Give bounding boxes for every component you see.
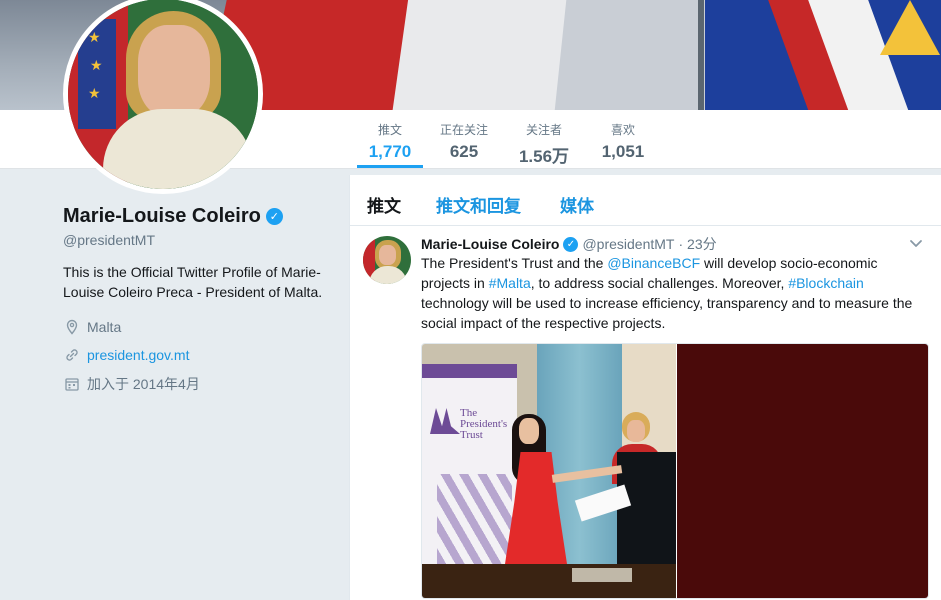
tab-media[interactable]: 媒体 xyxy=(560,192,594,217)
photo-banner-text: The President's Trust xyxy=(460,407,508,441)
avatar-face xyxy=(138,25,210,117)
nav-stat-followers[interactable]: 关注者 1.56万 xyxy=(513,110,575,168)
timeline: 推文 推文和回复 媒体 Marie-Louise Coleiro ✓ @pres… xyxy=(349,175,941,600)
star-icon: ★ xyxy=(90,57,103,73)
tab-tweets-and-replies[interactable]: 推文和回复 xyxy=(436,192,521,217)
location-pin-icon xyxy=(63,318,81,336)
tweet-author-name[interactable]: Marie-Louise Coleiro xyxy=(421,236,559,252)
nav-stat-following[interactable]: 正在关注 625 xyxy=(436,110,492,168)
banner-flagpole xyxy=(698,0,704,110)
tweet-text-part: technology will be used to increase effi… xyxy=(421,295,913,331)
timeline-tabs: 推文 推文和回复 媒体 xyxy=(350,175,941,226)
photo-table-ornament xyxy=(572,568,632,582)
profile-card: Marie-Louise Coleiro ✓ @presidentMT This… xyxy=(63,205,335,394)
verified-badge-icon: ✓ xyxy=(563,236,579,252)
profile-website-link[interactable]: president.gov.mt xyxy=(87,347,189,363)
nav-stat-value: 1,770 xyxy=(368,142,412,161)
nav-stat-value: 625 xyxy=(449,142,479,161)
nav-stat-label: 正在关注 xyxy=(439,123,488,137)
nav-stat-label: 关注者 xyxy=(525,123,562,137)
tweet-media-photo[interactable]: The President's Trust xyxy=(422,344,676,598)
photo-person xyxy=(519,418,539,444)
photo-person xyxy=(627,420,645,442)
profile-avatar[interactable]: ★ ★ ★ xyxy=(63,0,263,194)
nav-stat-tweets[interactable]: 推文 1,770 xyxy=(357,110,423,168)
photo-person xyxy=(617,452,676,564)
nav-stat-label: 推文 xyxy=(377,123,402,137)
star-icon: ★ xyxy=(88,85,101,101)
profile-joined-date: 加入于 2014年4月 xyxy=(87,376,200,392)
tweet-author-avatar[interactable] xyxy=(363,236,411,284)
nav-stat-value: 1,051 xyxy=(601,142,645,161)
avatar-jacket xyxy=(103,109,253,189)
nav-stat-value: 1.56万 xyxy=(518,147,570,166)
photo-table xyxy=(422,564,676,598)
photo-banner-pattern xyxy=(437,474,512,564)
verified-badge-icon: ✓ xyxy=(265,208,283,225)
profile-joined-row: 加入于 2014年4月 xyxy=(63,374,335,394)
profile-location: Malta xyxy=(87,319,122,335)
tweet-header: Marie-Louise Coleiro ✓ @presidentMT · 23… xyxy=(421,234,717,254)
tweet-media[interactable]: The President's Trust xyxy=(421,343,929,599)
banner-emblem xyxy=(880,0,940,55)
star-icon: ★ xyxy=(88,29,101,45)
profile-website-row: president.gov.mt xyxy=(63,346,335,364)
tweet-hashtag-link[interactable]: #Blockchain xyxy=(788,275,864,291)
profile-bio: This is the Official Twitter Profile of … xyxy=(63,264,323,300)
tweet-text-part: , to address social challenges. Moreover… xyxy=(530,275,789,291)
nav-stat-label: 喜欢 xyxy=(610,123,635,137)
tweet-mention-link[interactable]: @BinanceBCF xyxy=(607,255,700,271)
tweet-timestamp[interactable]: · 23分 xyxy=(679,234,717,254)
profile-location-row: Malta xyxy=(63,318,335,336)
link-icon xyxy=(63,346,81,364)
tweet-author-handle[interactable]: @presidentMT xyxy=(582,236,674,252)
photo-banner-top xyxy=(422,364,517,378)
tweet-text-part: The President's Trust and the xyxy=(421,255,608,271)
chevron-down-icon[interactable] xyxy=(908,235,924,251)
tab-tweets[interactable]: 推文 xyxy=(367,192,401,217)
profile-handle[interactable]: @presidentMT xyxy=(63,232,335,248)
profile-name[interactable]: Marie-Louise Coleiro xyxy=(63,205,261,228)
tweet-avatar-face xyxy=(379,245,396,265)
tweet-media-photo-2[interactable] xyxy=(677,344,928,598)
nav-stat-likes[interactable]: 喜欢 1,051 xyxy=(596,110,650,168)
tweet-hashtag-link[interactable]: #Malta xyxy=(489,275,531,291)
profile-name-row: Marie-Louise Coleiro ✓ xyxy=(63,205,335,228)
tweet-text: The President's Trust and the @BinanceBC… xyxy=(421,253,926,333)
calendar-icon xyxy=(63,375,81,393)
